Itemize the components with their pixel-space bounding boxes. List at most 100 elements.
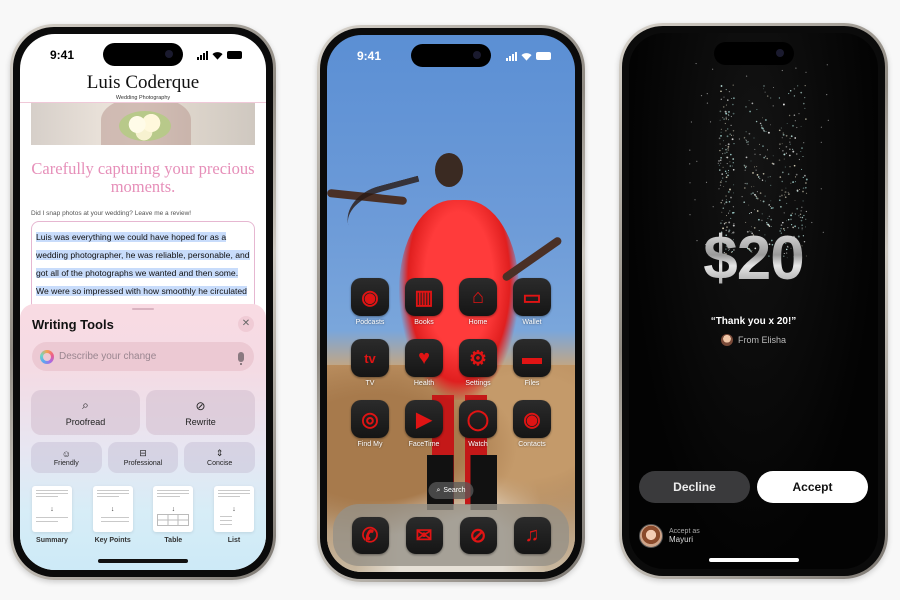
phone-apple-cash: $20 “Thank you x 20!” From Elisha Declin… xyxy=(619,23,888,579)
professional-button[interactable]: ⊟ Professional xyxy=(107,442,179,473)
review-textarea[interactable]: Luis was everything we could have hoped … xyxy=(31,221,255,332)
tagline: Carefully capturing your precious moment… xyxy=(31,159,255,196)
rewrite-label: Rewrite xyxy=(185,416,216,427)
apple-intelligence-icon xyxy=(40,349,54,364)
sender-row: From Elisha xyxy=(629,334,878,346)
friendly-button[interactable]: ☺ Friendly xyxy=(31,442,102,473)
home-icon: ⌂ xyxy=(459,278,497,316)
rewrite-button[interactable]: ⊘ Rewrite xyxy=(146,390,255,435)
home-indicator[interactable] xyxy=(708,558,799,562)
proofread-button[interactable]: ⌕ Proofread xyxy=(31,390,140,435)
table-label: Table xyxy=(164,537,183,544)
cellular-signal-icon xyxy=(197,50,208,60)
cash-actions: Decline Accept xyxy=(639,471,868,503)
microphone-icon[interactable] xyxy=(238,351,244,365)
sender-avatar xyxy=(720,334,733,346)
list-button[interactable]: ↓ List xyxy=(213,486,255,544)
dynamic-island xyxy=(411,44,491,67)
screen: $20 “Thank you x 20!” From Elisha Declin… xyxy=(629,33,878,569)
watch-icon: ◯ xyxy=(459,400,497,438)
dock-mail-icon[interactable]: ✉ xyxy=(405,516,443,554)
app-grid: ◉ Podcasts ▥ Books ⌂ Home ▭ Wallet tv TV ♥ Health ⚙ S… xyxy=(343,278,559,448)
primary-actions: ⌕ Proofread ⊘ Rewrite xyxy=(31,390,255,435)
settings-icon: ⚙ xyxy=(459,339,497,377)
contacts-icon: ◉ xyxy=(513,400,551,438)
list-label: List xyxy=(227,537,241,544)
smiley-icon: ☺ xyxy=(61,448,71,459)
books-icon: ▥ xyxy=(405,278,443,316)
app-label: Find My xyxy=(357,441,383,448)
friendly-label: Friendly xyxy=(53,459,79,467)
dynamic-island xyxy=(713,42,794,65)
cash-memo: “Thank you x 20!” xyxy=(710,316,797,327)
app-label: TV xyxy=(365,380,375,387)
health-icon: ♥ xyxy=(405,339,443,377)
format-options: ↓ Summary ↓ Key Points ↓ Table ↓ List xyxy=(31,486,255,544)
screen: 9:41 ◉ Podcasts ▥ Books ⌂ Home ▭ Wallet tv TV ♥ Hea… xyxy=(327,35,575,572)
app-label: Wallet xyxy=(522,319,542,326)
dynamic-island xyxy=(103,43,183,66)
accept-button[interactable]: Accept xyxy=(757,471,868,503)
key-points-label: Key Points xyxy=(94,537,131,544)
app-label: FaceTime xyxy=(408,441,440,448)
wifi-icon xyxy=(212,51,223,60)
app-watch[interactable]: ◯ Watch xyxy=(451,400,505,448)
app-label: Home xyxy=(468,319,488,326)
app-home[interactable]: ⌂ Home xyxy=(451,278,505,326)
app-find-my[interactable]: ◎ Find My xyxy=(343,400,397,448)
decline-button[interactable]: Decline xyxy=(639,471,750,503)
concise-button[interactable]: ⇕ Concise xyxy=(184,442,256,473)
close-icon: ✕ xyxy=(241,318,251,329)
app-podcasts[interactable]: ◉ Podcasts xyxy=(343,278,397,326)
app-tv[interactable]: tv TV xyxy=(343,339,397,387)
app-files[interactable]: ▬ Files xyxy=(505,339,559,387)
site-header: Luis Coderque Wedding Photography xyxy=(20,72,266,101)
table-preview-icon: ↓ xyxy=(153,486,194,532)
dock-safari-icon[interactable]: ⊘ xyxy=(459,516,497,554)
dock-music-icon[interactable]: ♫ xyxy=(513,516,551,554)
review-prompt: Did I snap photos at your wedding? Leave… xyxy=(31,210,192,217)
summary-button[interactable]: ↓ Summary xyxy=(31,486,73,544)
status-time: 9:41 xyxy=(50,48,75,62)
podcasts-icon: ◉ xyxy=(351,278,389,316)
battery-icon xyxy=(536,52,551,60)
briefcase-icon: ⊟ xyxy=(139,448,147,458)
search-button[interactable]: ⌕ Search xyxy=(428,482,474,499)
phone-writing-tools: 9:41 Luis Coderque Wedding Photography C… xyxy=(10,24,276,580)
app-label: Watch xyxy=(468,441,488,448)
accept-as-account[interactable]: Accept as Mayuri xyxy=(639,524,700,548)
app-label: Contacts xyxy=(518,441,546,448)
wifi-icon xyxy=(521,52,532,61)
dock-phone-icon[interactable]: ✆ xyxy=(351,516,389,554)
app-label: Health xyxy=(413,380,435,387)
app-health[interactable]: ♥ Health xyxy=(397,339,451,387)
status-time: 9:41 xyxy=(357,49,382,63)
app-facetime[interactable]: ▶ FaceTime xyxy=(397,400,451,448)
cellular-signal-icon xyxy=(506,51,517,61)
accept-as-label: Accept as xyxy=(669,528,700,535)
app-books[interactable]: ▥ Books xyxy=(397,278,451,326)
rewrite-icon: ⊘ xyxy=(195,398,206,413)
screen: 9:41 Luis Coderque Wedding Photography C… xyxy=(20,34,266,570)
dock: ✆ ✉ ⊘ ♫ xyxy=(333,504,569,566)
key-points-button[interactable]: ↓ Key Points xyxy=(92,486,134,544)
proofread-label: Proofread xyxy=(65,417,106,427)
site-subtitle: Wedding Photography xyxy=(115,95,171,101)
phone-home-screen: 9:41 ◉ Podcasts ▥ Books ⌂ Home ▭ Wallet tv TV ♥ Hea… xyxy=(317,25,585,582)
app-wallet[interactable]: ▭ Wallet xyxy=(505,278,559,326)
writing-tools-title: Writing Tools xyxy=(32,317,114,332)
input-placeholder: Describe your change xyxy=(59,351,157,362)
home-indicator[interactable] xyxy=(98,559,188,563)
app-settings[interactable]: ⚙ Settings xyxy=(451,339,505,387)
table-button[interactable]: ↓ Table xyxy=(152,486,194,544)
app-label: Settings xyxy=(465,380,491,387)
close-button[interactable]: ✕ xyxy=(238,316,254,332)
account-avatar xyxy=(639,524,663,548)
compress-icon: ⇕ xyxy=(215,448,224,458)
sheet-grabber[interactable] xyxy=(132,308,154,310)
tv-icon: tv xyxy=(351,339,389,377)
describe-change-input[interactable]: Describe your change xyxy=(32,342,254,371)
magnifier-text-icon: ⌕ xyxy=(82,398,89,412)
app-contacts[interactable]: ◉ Contacts xyxy=(505,400,559,448)
summary-preview-icon: ↓ xyxy=(32,486,72,532)
